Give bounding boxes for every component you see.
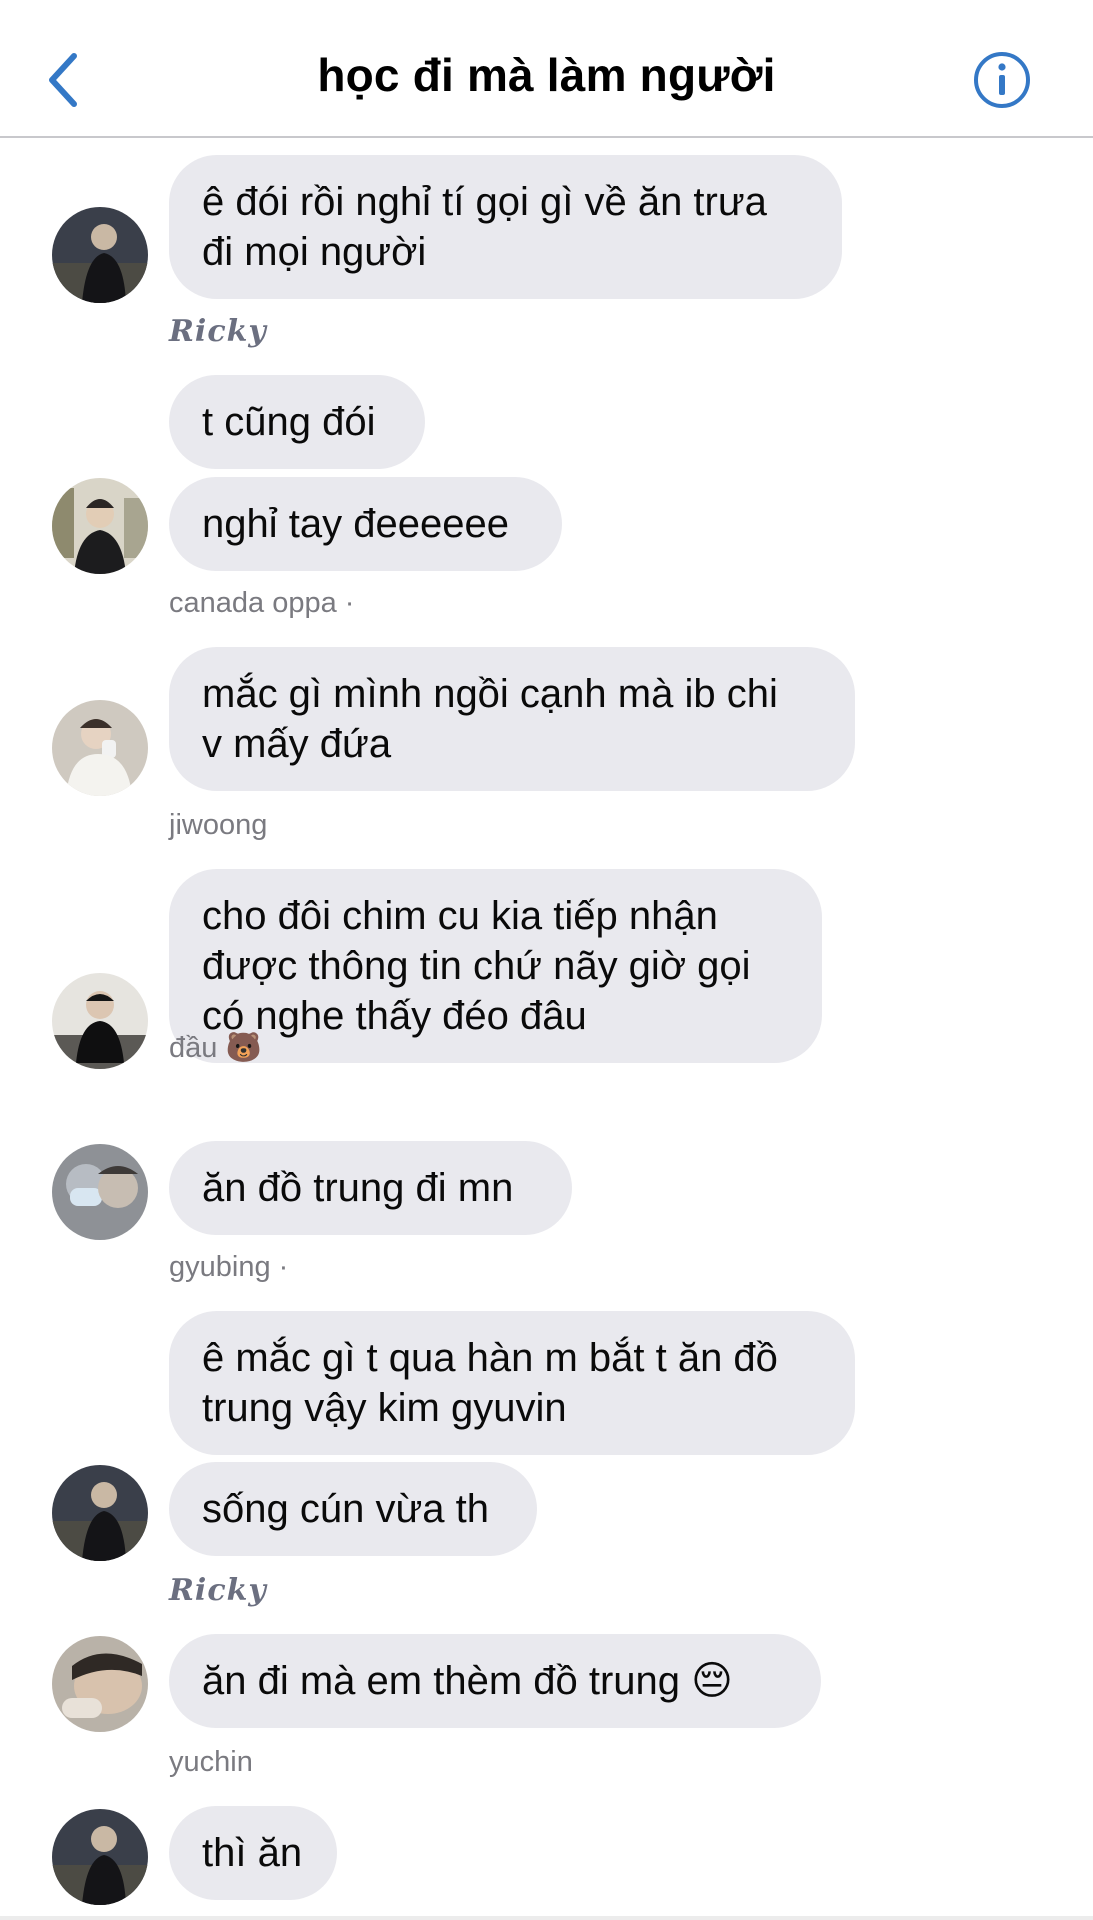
avatar[interactable] <box>52 1636 148 1732</box>
message-bubble[interactable]: ê đói rồi nghỉ tí gọi gì về ăn trưa đi m… <box>169 155 842 299</box>
message-bubble[interactable]: t cũng đói <box>169 375 425 469</box>
avatar[interactable] <box>52 1809 148 1905</box>
avatar[interactable] <box>52 700 148 796</box>
message-bubble[interactable]: mắc gì mình ngồi cạnh mà ib chi v mấy đứ… <box>169 647 855 791</box>
avatar[interactable] <box>52 207 148 303</box>
avatar[interactable] <box>52 1144 148 1240</box>
message-bubble[interactable]: ê mắc gì t qua hàn m bắt t ăn đồ trung v… <box>169 1311 855 1455</box>
avatar[interactable] <box>52 478 148 574</box>
message-bubble[interactable]: sống cún vừa th <box>169 1462 537 1556</box>
chat-title[interactable]: học đi mà làm người <box>0 48 1093 102</box>
sender-name: jiwoong <box>169 809 268 841</box>
message-bubble[interactable]: ăn đồ trung đi mn <box>169 1141 572 1235</box>
sender-name: Ricky <box>169 314 267 349</box>
message-bubble[interactable]: ăn đi mà em thèm đồ trung 😔 <box>169 1634 821 1728</box>
info-circle-icon <box>974 52 1030 108</box>
sender-name: đầu 🐻 <box>169 1032 262 1064</box>
message-list[interactable]: ê đói rồi nghỉ tí gọi gì về ăn trưa đi m… <box>0 138 1093 1920</box>
sender-name: gyubing · <box>169 1251 289 1283</box>
chat-header: học đi mà làm người <box>0 0 1093 138</box>
bottom-edge <box>0 1916 1093 1920</box>
message-bubble[interactable]: thì ăn <box>169 1806 337 1900</box>
sender-name: canada oppa · <box>169 587 355 619</box>
message-bubble[interactable]: nghỉ tay đeeeeee <box>169 477 562 571</box>
message-bubble[interactable]: cho đôi chim cu kia tiếp nhận được thông… <box>169 869 822 1063</box>
sender-name: yuchin <box>169 1746 253 1778</box>
sender-name: Ricky <box>169 1573 267 1608</box>
avatar[interactable] <box>52 973 148 1069</box>
avatar[interactable] <box>52 1465 148 1561</box>
info-button[interactable] <box>972 50 1032 110</box>
